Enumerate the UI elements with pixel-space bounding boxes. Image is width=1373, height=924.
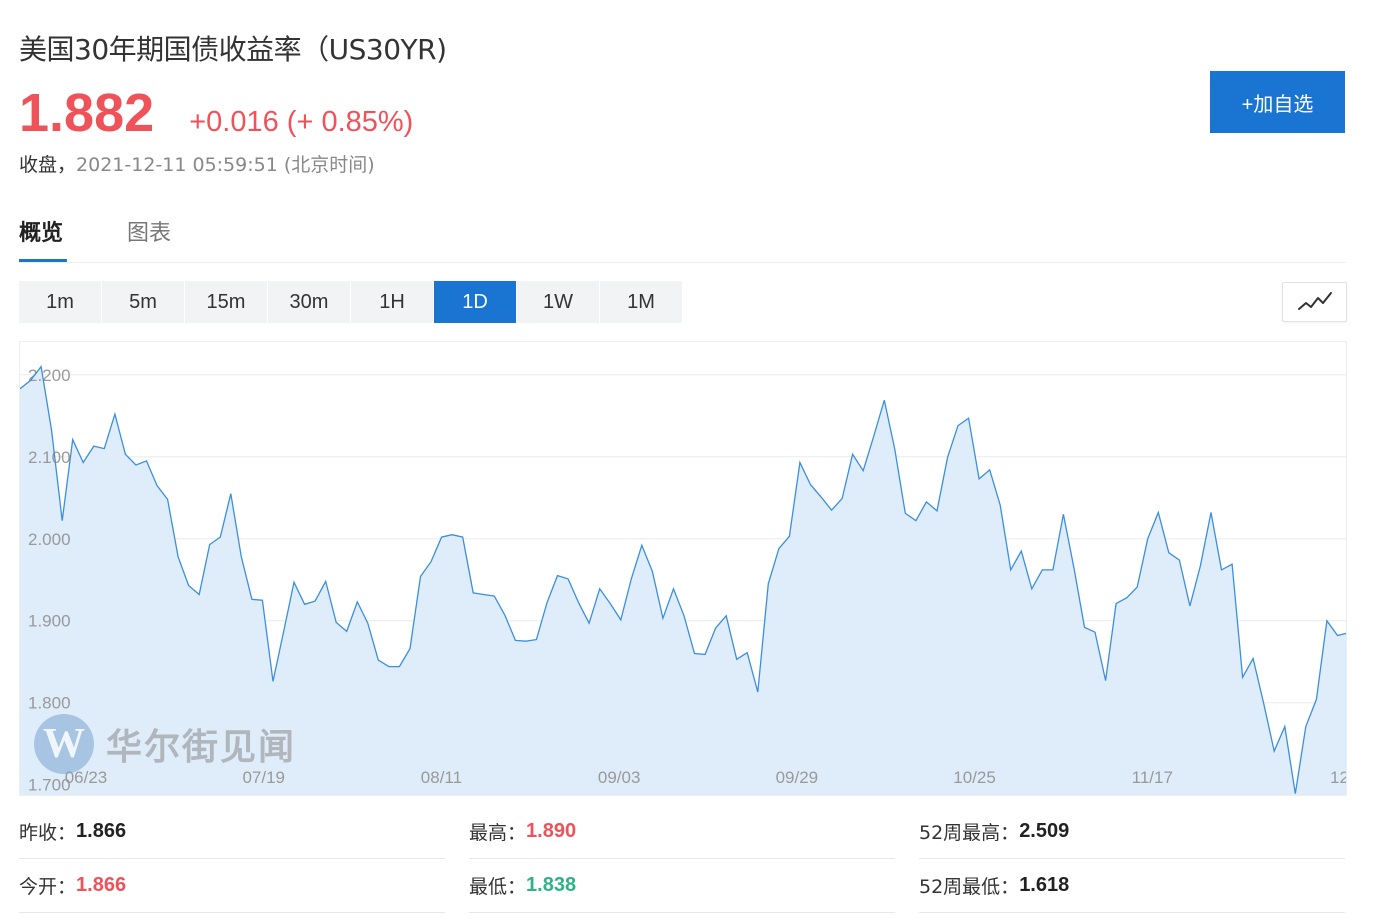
stat-52w-high: 52周最高： 2.509 [919,805,1345,859]
tab-chart[interactable]: 图表 [127,215,187,262]
watermark-text: 华尔街见闻 [106,726,297,768]
x-tick-label: 08/11 [421,768,462,787]
stat-label: 52周最低： [919,876,1020,898]
x-tick-label: 11/17 [1132,768,1173,787]
stat-label: 最高： [469,822,527,844]
current-price: 1.882 [19,83,155,143]
watermark: W 华尔街见闻 [34,714,296,774]
timestamp: 2021-12-11 05:59:51 [76,154,278,176]
x-tick-label: 10/25 [953,768,996,787]
x-tick-label: 09/03 [598,768,641,787]
stat-low: 最低： 1.838 [469,859,895,913]
price-change: +0.016 (+ 0.85%) [189,106,414,138]
period-1w[interactable]: 1W [517,281,599,323]
tab-overview[interactable]: 概览 [19,215,67,262]
x-tick-label: 12/1 [1330,768,1347,787]
stat-label: 昨收： [19,822,77,844]
market-status: 收盘，2021-12-11 05:59:51 (北京时间) [19,150,375,177]
timezone-label: (北京时间) [283,154,375,176]
stat-high: 最高： 1.890 [469,805,895,859]
period-1h[interactable]: 1H [351,281,433,323]
watermark-logo: W [34,714,94,774]
tab-bar: 概览 图表 [19,215,1346,263]
stat-value: 1.890 [526,820,577,842]
price-chart[interactable]: 2.200 2.100 2.000 1.900 1.800 1.700 06/23 07/1… [19,341,1347,796]
line-chart-icon [1297,292,1332,310]
y-tick-label: 1.900 [28,612,71,631]
stat-prev-close: 昨收： 1.866 [19,805,445,859]
period-30m[interactable]: 30m [268,281,350,323]
stat-value: 1.866 [76,820,127,842]
period-1mo[interactable]: 1M [600,281,682,323]
stat-52w-low: 52周最低： 1.618 [919,859,1345,913]
x-tick-label: 09/29 [776,768,819,787]
stat-value: 1.866 [76,874,127,896]
stat-label: 最低： [469,876,527,898]
period-15m[interactable]: 15m [185,281,267,323]
y-tick-label: 2.100 [28,448,71,467]
status-label: 收盘， [19,154,77,176]
y-tick-label: 2.000 [28,530,71,549]
stat-label: 52周最高： [919,822,1020,844]
stat-value: 2.509 [1019,820,1070,842]
stat-open: 今开： 1.866 [19,859,445,913]
page-title: 美国30年期国债收益率（US30YR) [19,33,447,66]
price-row: 1.882 +0.016 (+ 0.85%) [19,82,414,143]
period-selector: 1m 5m 15m 30m 1H 1D 1W 1M [19,281,683,323]
period-1m[interactable]: 1m [19,281,101,323]
period-1d[interactable]: 1D [434,281,516,323]
add-to-watchlist-button[interactable]: +加自选 [1210,71,1345,133]
period-5m[interactable]: 5m [102,281,184,323]
y-tick-label: 1.800 [28,694,71,713]
stat-label: 今开： [19,876,77,898]
stat-value: 1.618 [1019,874,1070,896]
stat-value: 1.838 [526,874,577,896]
chart-type-button[interactable] [1282,282,1347,322]
